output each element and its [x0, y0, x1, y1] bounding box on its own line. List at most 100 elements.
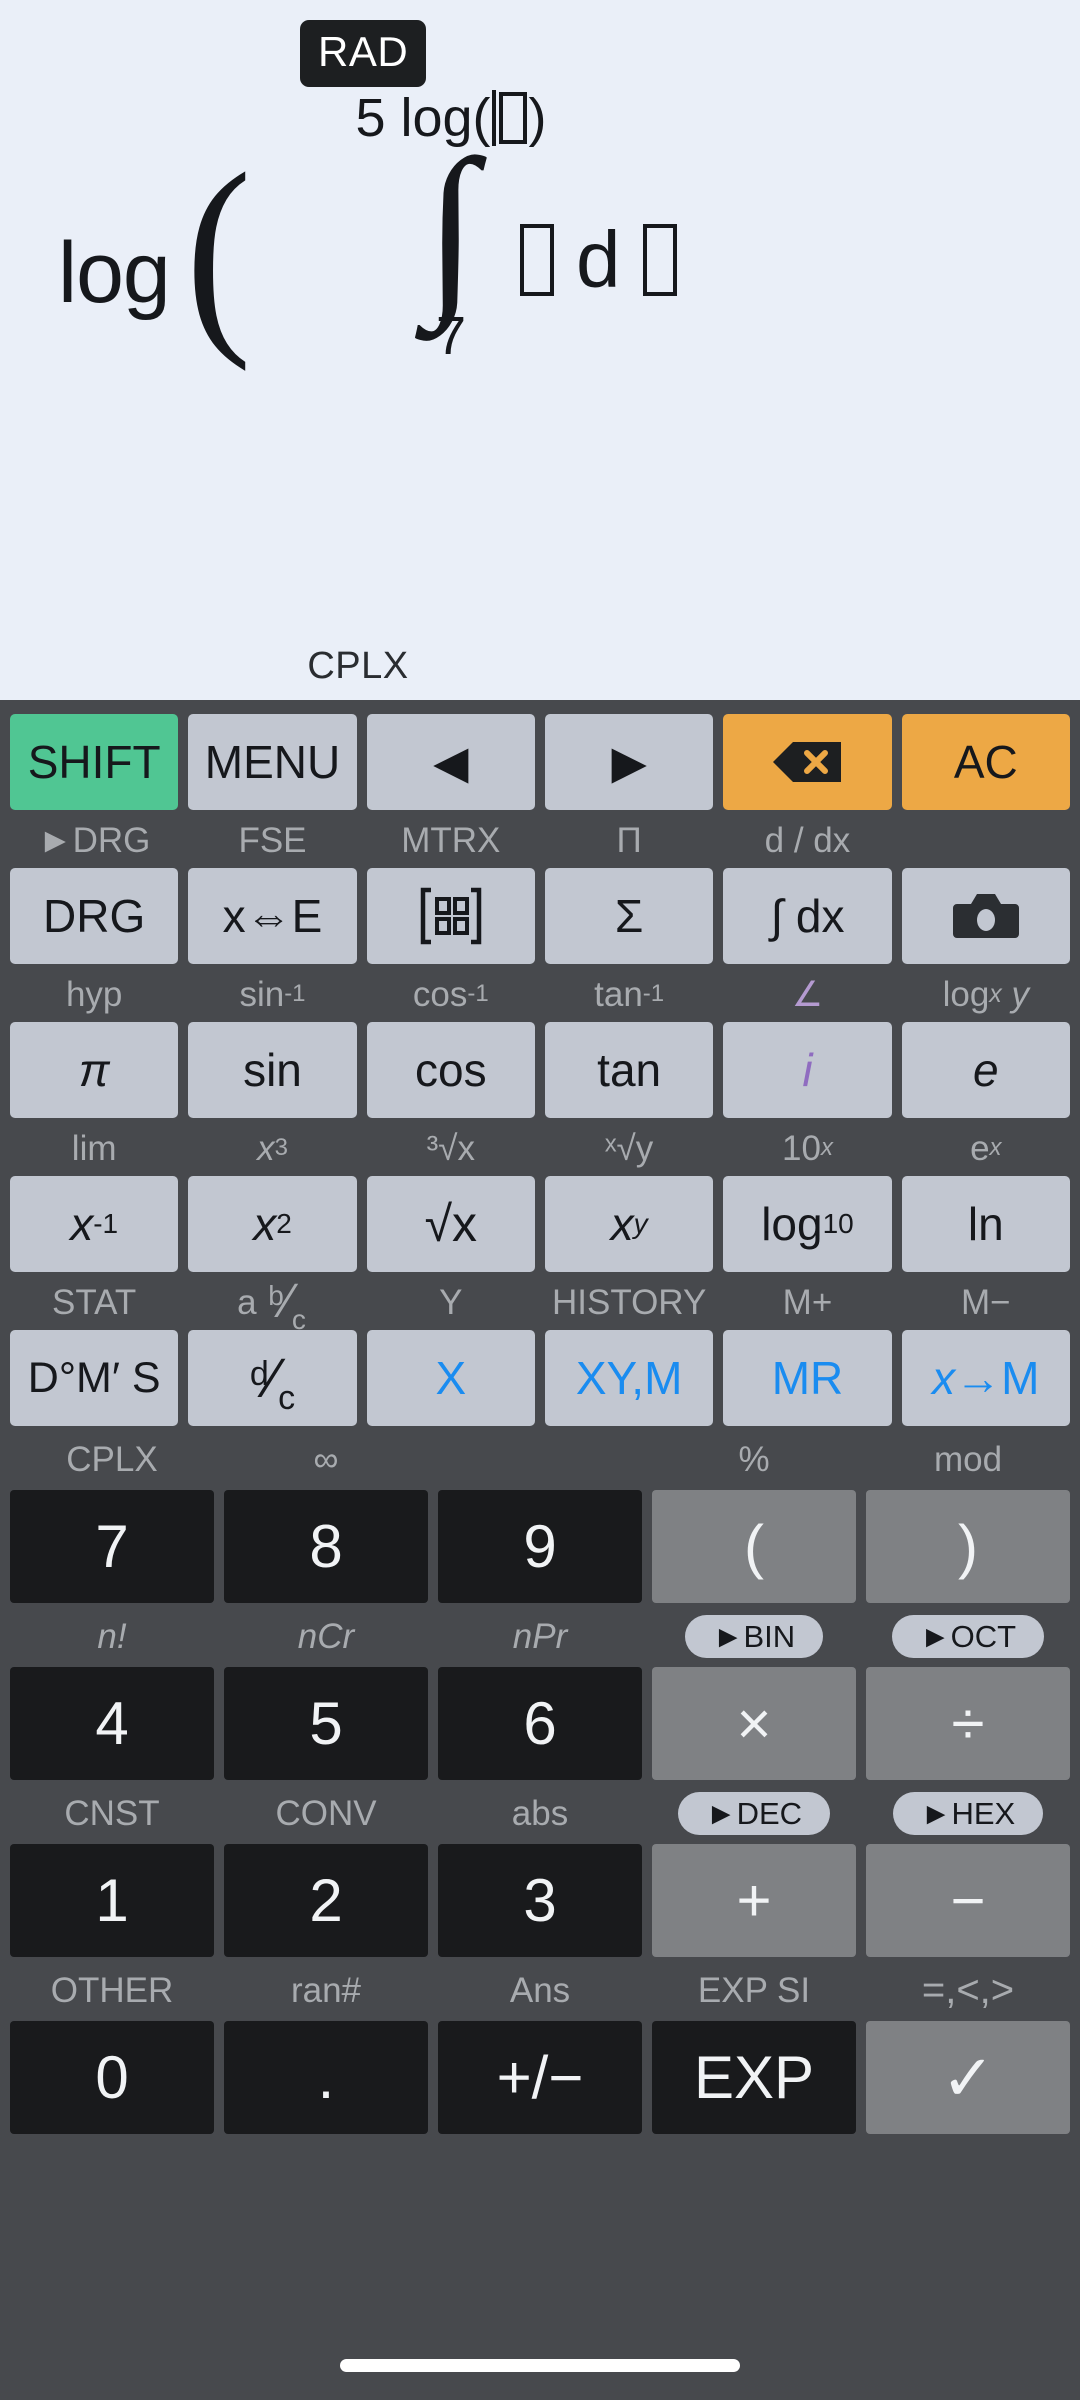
shift-button[interactable]: SHIFT: [10, 714, 179, 810]
sin-button[interactable]: sin: [188, 1022, 357, 1118]
tan-button[interactable]: tan: [544, 1022, 714, 1118]
label-to-octal: ►OCT: [866, 1609, 1070, 1663]
camera-icon: [952, 894, 1019, 938]
open-paren-glyph: (: [185, 128, 252, 372]
x-variable-button[interactable]: X: [366, 1330, 535, 1426]
digit-0-button[interactable]: 0: [10, 2021, 214, 2134]
label-random: ran#: [290, 1970, 362, 2010]
camera-button[interactable]: [901, 868, 1070, 964]
keypad-row-2-labels: ►DRG FSE MTRX Π d / dx: [0, 810, 1080, 868]
sign-toggle-button[interactable]: +/−: [438, 2021, 642, 2134]
store-to-memory-button[interactable]: x →M: [901, 1330, 1070, 1426]
keypad-row-1: SHIFT MENU ◀ ▶ AC: [0, 700, 1080, 810]
backspace-button[interactable]: [723, 714, 892, 810]
numpad-row-1: 7 8 9 ( ): [10, 1490, 1070, 1603]
label-lim: lim: [71, 1128, 117, 1168]
backspace-icon: [773, 742, 842, 782]
label-to-decimal: ►DEC: [652, 1786, 856, 1840]
power-button[interactable]: xy: [544, 1176, 714, 1272]
drg-button[interactable]: DRG: [10, 868, 179, 964]
placeholder-box-variable[interactable]: [642, 224, 677, 296]
label-ddx: d / dx: [764, 820, 851, 860]
label-pi-product: Π: [616, 820, 642, 860]
minus-button[interactable]: −: [866, 1844, 1070, 1957]
log10-button[interactable]: log 10: [723, 1176, 892, 1272]
calculator-app: RAD log ( 5 log() ∫ 7 d CPLX SHIFT MENU: [0, 0, 1080, 2400]
arrow-right-button[interactable]: ▶: [544, 714, 714, 810]
numpad-row-4: 0 . +/− EXP ✓: [10, 2021, 1070, 2134]
placeholder-box-upper[interactable]: [498, 92, 527, 144]
label-nth-root: ˣ√y: [605, 1128, 654, 1168]
digit-8-button[interactable]: 8: [224, 1490, 428, 1603]
digit-7-button[interactable]: 7: [10, 1490, 214, 1603]
sigma-sum-button[interactable]: Σ: [544, 868, 714, 964]
multiply-button[interactable]: ×: [652, 1667, 856, 1780]
digit-5-button[interactable]: 5: [224, 1667, 428, 1780]
label-ans: Ans: [509, 1970, 571, 2010]
matrix-icon: [420, 887, 482, 945]
label-y-var: Y: [439, 1282, 463, 1322]
matrix-button[interactable]: [366, 868, 535, 964]
label-x-cubed: x3: [257, 1128, 288, 1168]
natural-log-button[interactable]: ln: [901, 1176, 1070, 1272]
arrow-left-button[interactable]: ◀: [366, 714, 535, 810]
integral-lower-limit: 7: [435, 305, 467, 366]
decimal-point-button[interactable]: .: [224, 2021, 428, 2134]
memory-recall-button[interactable]: MR: [723, 1330, 892, 1426]
exponent-button[interactable]: EXP: [652, 2021, 856, 2134]
all-clear-button[interactable]: AC: [901, 714, 1070, 810]
keypad: SHIFT MENU ◀ ▶ AC ►DRG FSE MTRX Π d / dx…: [0, 700, 1080, 2400]
numpad-row-4-labels: OTHER ran# Ans EXP SI =,<,>: [10, 1957, 1070, 2021]
xym-button[interactable]: XY,M: [544, 1330, 714, 1426]
square-button[interactable]: x2: [188, 1176, 357, 1272]
expression-display[interactable]: RAD log ( 5 log() ∫ 7 d CPLX: [0, 0, 1080, 700]
digit-3-button[interactable]: 3: [438, 1844, 642, 1957]
digit-2-button[interactable]: 2: [224, 1844, 428, 1957]
integral-dx-button[interactable]: ∫ dx: [723, 868, 892, 964]
pi-button[interactable]: π: [10, 1022, 179, 1118]
plus-button[interactable]: +: [652, 1844, 856, 1957]
numpad-row-3-labels: CNST CONV abs ►DEC ►HEX: [10, 1780, 1070, 1844]
keypad-row-5-labels: STAT a b⁄c Y HISTORY M+ M−: [0, 1272, 1080, 1335]
label-drg-shift: ►DRG: [37, 820, 151, 860]
divide-button[interactable]: ÷: [866, 1667, 1070, 1780]
digit-1-button[interactable]: 1: [10, 1844, 214, 1957]
label-to-binary: ►BIN: [652, 1609, 856, 1663]
close-paren-button[interactable]: ): [866, 1490, 1070, 1603]
open-paren-button[interactable]: (: [652, 1490, 856, 1603]
equals-confirm-button[interactable]: ✓: [866, 2021, 1070, 2134]
euler-e-button[interactable]: e: [901, 1022, 1070, 1118]
keypad-row-2: DRG x⇔E Σ ∫ dx: [0, 868, 1080, 964]
label-convert: CONV: [275, 1793, 377, 1833]
label-percent: %: [738, 1439, 770, 1479]
label-memory-plus: M+: [782, 1282, 833, 1322]
cos-button[interactable]: cos: [366, 1022, 535, 1118]
label-infinity: ∞: [313, 1439, 339, 1479]
label-stat: STAT: [52, 1282, 137, 1322]
label-cplx: CPLX: [66, 1439, 158, 1479]
label-fse: FSE: [238, 820, 307, 860]
square-root-button[interactable]: √x: [366, 1176, 535, 1272]
digit-9-button[interactable]: 9: [438, 1490, 642, 1603]
label-npr: nPr: [512, 1616, 568, 1656]
digit-6-button[interactable]: 6: [438, 1667, 642, 1780]
home-gesture-pill[interactable]: [340, 2358, 740, 2372]
fraction-dc-button[interactable]: d⁄c: [188, 1330, 357, 1426]
differential-d: d: [576, 215, 621, 304]
label-e-pow-x: ex: [970, 1128, 1002, 1168]
placeholder-box-integrand[interactable]: [520, 224, 554, 296]
label-to-hex: ►HEX: [866, 1786, 1070, 1840]
number-pad: CPLX ∞ % mod 7 8 9 ( ) n! nCr nPr ►BIN ►…: [0, 1426, 1080, 2134]
reciprocal-button[interactable]: x -1: [10, 1176, 179, 1272]
text-cursor: [491, 90, 496, 146]
menu-button[interactable]: MENU: [188, 714, 357, 810]
degrees-minutes-seconds-button[interactable]: D°M′ S: [10, 1330, 179, 1426]
upper-limit-suffix: ): [528, 88, 547, 148]
label-mixed-fraction: a b⁄c: [237, 1275, 306, 1335]
x-to-e-button[interactable]: x⇔E: [188, 868, 357, 964]
numpad-row-3: 1 2 3 + −: [10, 1844, 1070, 1957]
imaginary-unit-button[interactable]: i: [723, 1022, 892, 1118]
label-acos: cos -1: [412, 974, 489, 1014]
digit-4-button[interactable]: 4: [10, 1667, 214, 1780]
label-angle: ∠: [791, 974, 824, 1014]
